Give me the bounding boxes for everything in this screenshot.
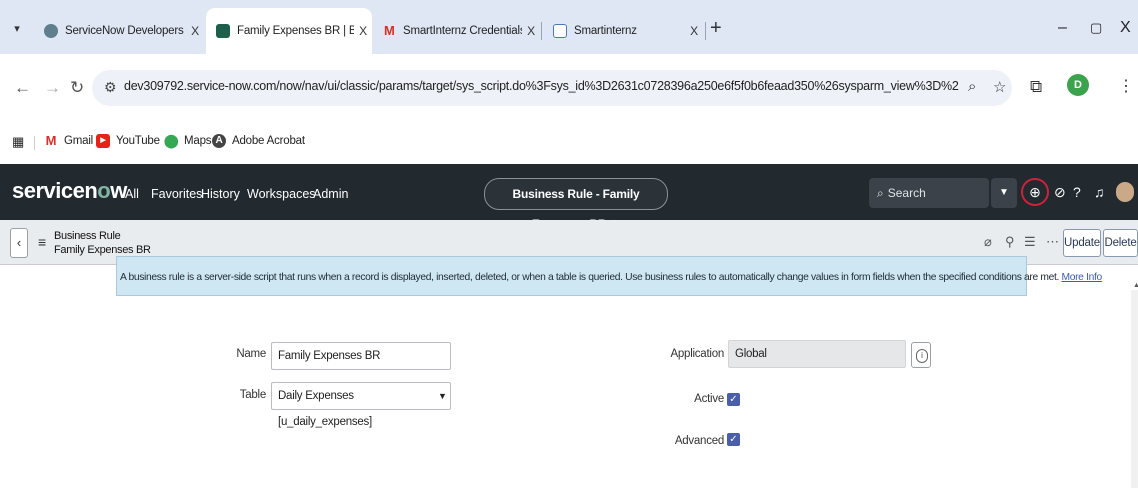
maps-icon: ⬤ <box>164 133 179 148</box>
application-field: Global <box>728 340 906 368</box>
nav-all[interactable]: All <box>125 187 139 201</box>
browser-menu-icon[interactable]: ⋮ <box>1118 76 1134 96</box>
search-scope-dropdown[interactable]: ▼ <box>991 178 1017 208</box>
form-record-name: Family Expenses BR <box>54 244 151 256</box>
minimize-button[interactable]: – <box>1058 20 1067 36</box>
tab-servicenow-developers[interactable]: ServiceNow Developers X <box>34 8 204 54</box>
more-options-icon[interactable]: ⋯ <box>1046 234 1059 250</box>
bookmark-youtube[interactable]: ▶ YouTube <box>96 134 160 148</box>
application-info-button[interactable]: i <box>911 342 931 368</box>
advanced-checkbox[interactable]: ✓ <box>727 433 740 446</box>
notifications-bell-icon[interactable]: ♫ <box>1094 184 1105 200</box>
servicenow-favicon-icon <box>216 24 230 38</box>
scroll-up-icon[interactable]: ▲ <box>1133 282 1138 289</box>
reload-icon[interactable]: ↻ <box>70 78 84 98</box>
activity-icon[interactable]: ⚲ <box>1005 234 1015 250</box>
context-menu-icon[interactable]: ≡ <box>38 234 46 250</box>
new-tab-button[interactable]: + <box>710 18 722 38</box>
application-label: Application <box>670 348 724 360</box>
active-label: Active <box>694 393 724 405</box>
forward-arrow-icon[interactable]: → <box>44 78 61 98</box>
tab-title: ServiceNow Developers <box>65 25 184 37</box>
back-arrow-icon[interactable]: ← <box>14 78 31 98</box>
close-window-button[interactable]: X <box>1120 20 1131 36</box>
dropdown-arrow-icon: ▼ <box>438 391 447 401</box>
back-button[interactable]: ‹ <box>10 228 28 258</box>
extensions-icon[interactable]: ⧉ <box>1030 77 1042 97</box>
delete-button[interactable]: Delete <box>1103 229 1138 257</box>
nav-admin[interactable]: Admin <box>313 187 348 201</box>
scope-globe-icon[interactable]: ⊕ <box>1021 178 1049 206</box>
tab-search-chevron-icon[interactable]: ▾ <box>6 18 28 40</box>
info-message-text: A business rule is a server-side script … <box>120 272 1102 283</box>
zoom-icon[interactable]: ⌕ <box>968 78 976 95</box>
restore-button[interactable]: ▢ <box>1090 20 1102 36</box>
search-icon: ⌕ <box>877 186 884 200</box>
tab-divider <box>541 22 542 40</box>
bookmark-label: YouTube <box>116 135 160 147</box>
bookmark-maps[interactable]: ⬤ Maps <box>164 133 212 148</box>
tab-close-icon[interactable]: X <box>354 24 372 38</box>
checkmark-icon: ✓ <box>729 434 738 445</box>
tab-smartinternz-credentials[interactable]: M SmartInternz Credentials for Sh X <box>374 8 540 54</box>
tab-close-icon[interactable]: X <box>522 24 540 38</box>
table-select[interactable]: Daily Expenses [u_daily_expenses] <box>271 382 451 428</box>
table-label: Table <box>239 389 267 401</box>
help-icon[interactable]: ? <box>1073 184 1081 200</box>
bookmark-gmail[interactable]: M Gmail <box>44 133 94 148</box>
apps-grid-icon[interactable]: ▦ <box>12 134 24 150</box>
update-button[interactable]: Update <box>1063 229 1101 257</box>
nav-favorites[interactable]: Favorites <box>151 187 202 201</box>
nav-workspaces[interactable]: Workspaces <box>247 187 316 201</box>
name-field[interactable]: Family Expenses BR <box>271 342 451 370</box>
personalize-form-icon[interactable]: ☰ <box>1024 234 1036 250</box>
site-settings-icon[interactable]: ⚙ <box>104 79 117 96</box>
servicenow-logo[interactable]: servicenow <box>12 178 127 204</box>
table-select-value: Daily Expenses [u_daily_expenses] <box>278 390 372 428</box>
active-checkbox[interactable]: ✓ <box>727 393 740 406</box>
user-avatar[interactable] <box>1116 182 1134 202</box>
gmail-icon: M <box>45 133 57 148</box>
context-title-pill[interactable]: Business Rule - Family Expenses BR ☆ <box>484 178 668 231</box>
acrobat-icon: A <box>212 134 226 148</box>
more-info-link[interactable]: More Info <box>1062 272 1103 283</box>
tab-family-expenses-br[interactable]: Family Expenses BR | Business R X <box>206 8 372 54</box>
youtube-icon: ▶ <box>96 134 110 148</box>
info-icon: i <box>916 349 928 363</box>
advanced-label: Advanced <box>674 435 724 447</box>
checkmark-icon: ✓ <box>729 394 738 405</box>
tab-title: Family Expenses BR | Business R <box>237 25 354 37</box>
bookmark-label: Gmail <box>64 135 94 147</box>
bookmark-adobe-acrobat[interactable]: A Adobe Acrobat <box>212 134 305 148</box>
bookmark-label: Maps <box>184 135 212 147</box>
bookmark-label: Adobe Acrobat <box>232 135 305 147</box>
nav-history[interactable]: History <box>201 187 240 201</box>
tab-divider <box>705 22 706 40</box>
tab-smartinternz[interactable]: Smartinternz X <box>543 8 703 54</box>
global-search-input[interactable]: ⌕ Search <box>869 178 989 208</box>
tab-title: Smartinternz <box>574 25 637 37</box>
smartinternz-favicon-icon <box>553 24 567 38</box>
bookmarks-divider <box>34 136 35 150</box>
tab-close-icon[interactable]: X <box>685 24 703 38</box>
name-label: Name <box>236 348 266 360</box>
vertical-scrollbar[interactable] <box>1131 290 1138 488</box>
bookmark-star-icon[interactable]: ☆ <box>993 78 1006 96</box>
gmail-favicon-icon: M <box>384 23 395 38</box>
tab-title: SmartInternz Credentials for Sh <box>403 25 522 37</box>
tab-close-icon[interactable]: X <box>186 24 204 38</box>
chat-icon[interactable]: ⊘ <box>1054 184 1066 201</box>
servicenow-favicon-icon <box>44 24 58 38</box>
profile-avatar[interactable]: D <box>1067 74 1089 96</box>
attachment-icon[interactable]: ⌀ <box>984 234 992 250</box>
form-record-type: Business Rule <box>54 230 121 242</box>
url-text[interactable]: dev309792.service-now.com/now/nav/ui/cla… <box>124 79 959 93</box>
